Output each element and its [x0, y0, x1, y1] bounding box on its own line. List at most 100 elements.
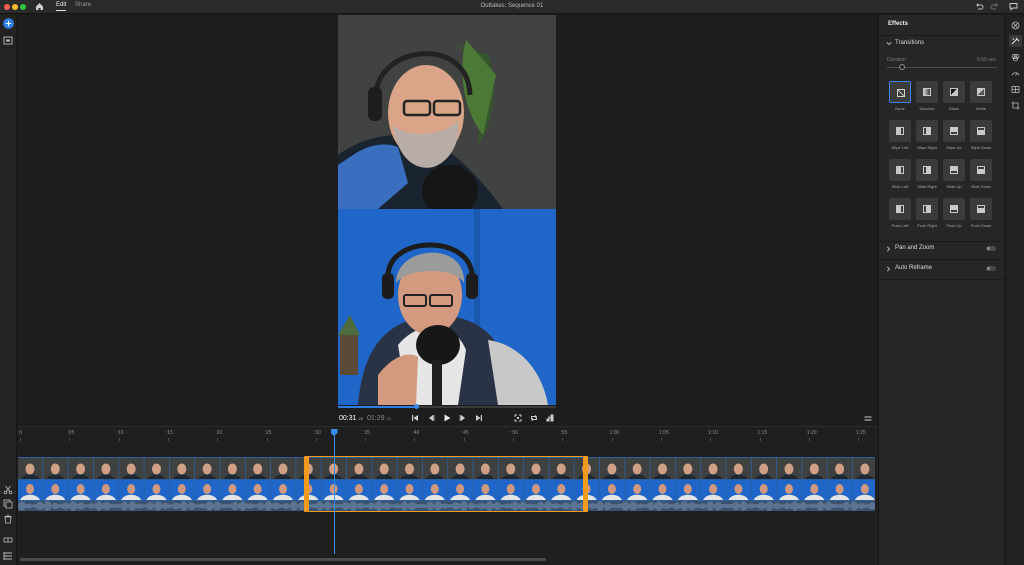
selected-clip-range[interactable]: [303, 456, 588, 512]
slide-down-icon: [977, 166, 985, 174]
undo-icon[interactable]: [975, 2, 984, 11]
play-icon[interactable]: [443, 414, 451, 422]
transition-push-up[interactable]: [943, 198, 965, 220]
step-back-icon[interactable]: [427, 414, 435, 422]
audio-track-icon[interactable]: [3, 535, 13, 545]
transition-wipe-left[interactable]: [889, 120, 911, 142]
go-to-start-icon[interactable]: [411, 414, 419, 422]
home-icon[interactable]: [35, 2, 44, 11]
transition-label: Wipe Left: [891, 145, 909, 150]
tab-edit[interactable]: Edit: [56, 2, 67, 11]
wipe-down-icon: [977, 127, 985, 135]
clip-frame-thumbnail: [726, 458, 751, 500]
preview-scrubber[interactable]: [338, 404, 556, 409]
crop-icon[interactable]: [1011, 101, 1020, 110]
media-bin-icon[interactable]: [3, 36, 13, 45]
clip-frame-thumbnail: [827, 458, 853, 500]
transition-wipe-down[interactable]: [970, 120, 992, 142]
duplicate-icon[interactable]: [3, 499, 13, 509]
transition-label: Slide Right: [917, 184, 937, 189]
transition-dissolve[interactable]: [916, 81, 938, 103]
total-timecode: 01:29 22: [367, 415, 391, 422]
transform-icon[interactable]: [1011, 21, 1020, 30]
trash-icon[interactable]: [3, 514, 13, 524]
transition-glyph-fill: [978, 130, 984, 134]
clip-frame-thumbnail: [119, 458, 144, 500]
transition-slide-up[interactable]: [943, 159, 965, 181]
document-title: Outtakes: Sequence 01: [480, 3, 544, 9]
push-down-icon: [977, 205, 985, 213]
transition-none[interactable]: [889, 81, 911, 103]
chevron-down-icon: [886, 41, 892, 46]
ruler-tick-label: :0: [18, 430, 23, 436]
transition-slide-right[interactable]: [916, 159, 938, 181]
zoom-window-button[interactable]: [20, 4, 26, 10]
clip-frame-thumbnail: [802, 458, 827, 500]
push-left-icon: [896, 205, 904, 213]
tab-share[interactable]: Share: [75, 2, 91, 8]
ruler-tick-label: :35: [363, 430, 371, 436]
trim-out-handle[interactable]: [582, 456, 588, 512]
add-media-button[interactable]: [3, 18, 14, 29]
ruler-tick: [611, 438, 613, 441]
total-time: 01:29: [367, 415, 385, 422]
timeline-menu-icon[interactable]: [864, 416, 872, 422]
auto-reframe-label: Auto Reframe: [895, 265, 933, 271]
total-frames: 22: [386, 416, 391, 421]
titles-icon[interactable]: [1011, 85, 1020, 94]
transition-label: Push Right: [917, 223, 937, 228]
wipe-up-icon: [950, 127, 958, 135]
transition-push-down[interactable]: [970, 198, 992, 220]
fit-view-icon[interactable]: [514, 414, 522, 422]
timeline[interactable]: :0:05:10:15:20:25:30:35:40:45:50:55 1:00 1…: [18, 426, 878, 565]
auto-reframe-toggle[interactable]: [986, 266, 996, 271]
color-icon[interactable]: [1011, 53, 1020, 62]
redo-icon[interactable]: [990, 2, 999, 11]
divider: [879, 35, 1005, 36]
transition-push-left[interactable]: [889, 198, 911, 220]
transition-glyph-fill: [897, 167, 901, 173]
transition-black[interactable]: [943, 81, 965, 103]
minimize-window-button[interactable]: [12, 4, 18, 10]
slide-right-icon: [923, 166, 931, 174]
transition-slide-down[interactable]: [970, 159, 992, 181]
ruler-tick-label: :20: [215, 430, 223, 436]
transition-label: Slide Left: [891, 184, 909, 189]
scissors-icon[interactable]: [3, 485, 13, 495]
slide-up-icon: [950, 166, 958, 174]
loop-icon[interactable]: [530, 414, 538, 422]
duration-slider-handle[interactable]: [899, 64, 905, 70]
trim-in-handle[interactable]: [303, 456, 309, 512]
effects-panel: Effects Transitions Duration 0.50 sec No…: [878, 15, 1005, 565]
step-forward-icon[interactable]: [459, 414, 467, 422]
transition-label: Wipe Up: [946, 145, 962, 150]
ruler-tick-label: :10: [116, 430, 124, 436]
transitions-section-header[interactable]: Transitions: [879, 37, 1005, 51]
pan-zoom-section-header[interactable]: Pan and Zoom: [879, 242, 1005, 256]
transition-white[interactable]: [970, 81, 992, 103]
ruler-tick-label: 1:20: [806, 430, 817, 436]
push-up-icon: [950, 205, 958, 213]
go-to-end-icon[interactable]: [475, 414, 483, 422]
playback-quality-icon[interactable]: [546, 414, 554, 422]
time-ruler[interactable]: :0:05:10:15:20:25:30:35:40:45:50:55 1:00 1…: [18, 427, 878, 441]
effects-tab[interactable]: [1009, 35, 1022, 47]
pan-zoom-toggle[interactable]: [986, 246, 996, 251]
transition-label: Push Down: [970, 223, 992, 228]
timeline-scrollbar[interactable]: [20, 558, 546, 561]
transition-label: Wipe Right: [917, 145, 937, 150]
transition-glyph-fill: [978, 208, 984, 212]
speed-icon[interactable]: [1011, 69, 1020, 78]
close-window-button[interactable]: [4, 4, 10, 10]
transition-push-right[interactable]: [916, 198, 938, 220]
ruler-tick: [513, 438, 514, 441]
transition-label: Black: [949, 106, 959, 111]
transition-slide-left[interactable]: [889, 159, 911, 181]
comment-icon[interactable]: [1009, 2, 1018, 11]
video-preview[interactable]: [338, 15, 556, 405]
ruler-tick: [858, 438, 860, 441]
transition-wipe-right[interactable]: [916, 120, 938, 142]
auto-reframe-section-header[interactable]: Auto Reframe: [879, 262, 1005, 276]
transition-wipe-up[interactable]: [943, 120, 965, 142]
track-list-icon[interactable]: [3, 551, 13, 561]
